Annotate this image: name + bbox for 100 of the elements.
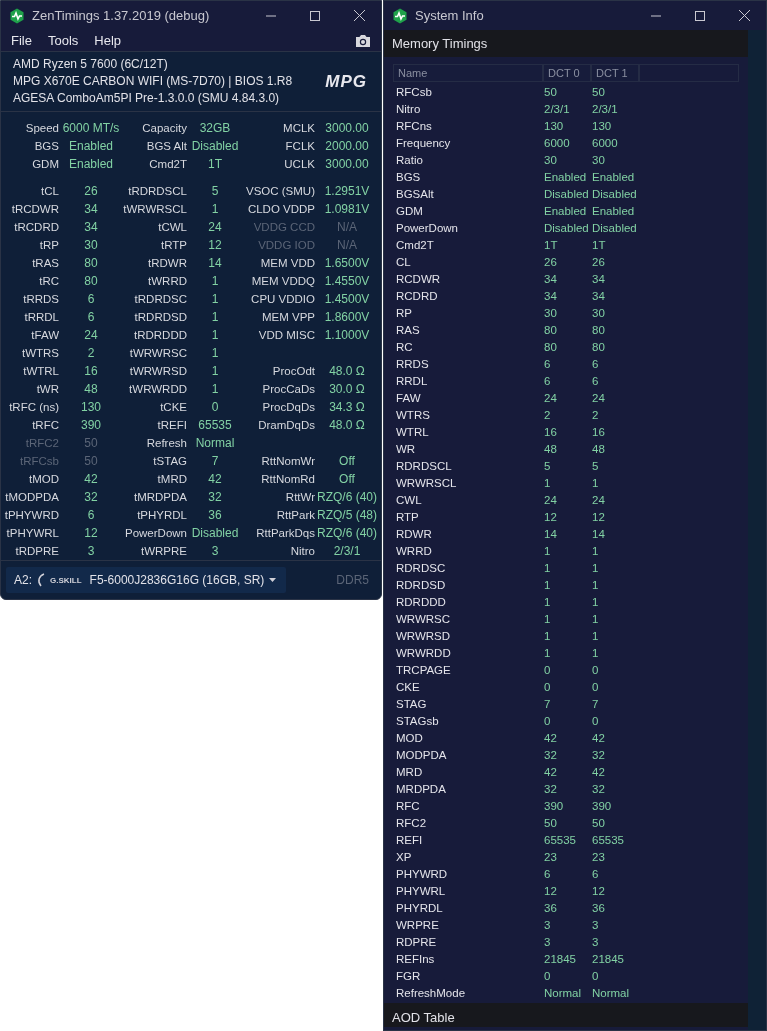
table-cell-text: 32: [591, 748, 606, 761]
timing-label: RttNomRd: [260, 473, 315, 485]
timing-value: 36: [207, 508, 223, 522]
table-cell-text: 23: [543, 850, 558, 863]
table-cell-text: 80: [543, 340, 558, 353]
timing-label: RttWr: [284, 491, 315, 503]
timing-label: tWTRL: [22, 365, 59, 377]
table-cell-text: 390: [543, 799, 565, 812]
timing-value: 6000 MT/s: [61, 121, 121, 135]
table-cell-text: RCDRD: [395, 289, 439, 302]
table-cell-text: RDRDDD: [395, 595, 447, 608]
timing-label: CPU VDDIO: [250, 293, 315, 305]
table-cell-text: WRWRSD: [395, 629, 452, 642]
timing-value: 34.3 Ω: [328, 400, 366, 414]
table-cell-text: BGSAlt: [395, 187, 435, 200]
timing-value: 48: [83, 382, 99, 396]
timing-label: tWTRS: [20, 347, 59, 359]
timing-value: 30.0 Ω: [328, 382, 366, 396]
timing-value: 80: [83, 256, 99, 270]
timing-label: tWRPRE: [140, 545, 187, 557]
timing-value: 1: [210, 292, 220, 306]
table-cell-text: 32: [543, 748, 558, 761]
table-cell-text: 26: [543, 255, 558, 268]
window-title: ZenTimings 1.37.2019 (debug): [32, 8, 211, 23]
timing-label: tRFC2: [24, 437, 59, 449]
table-cell-text: PHYRDL: [395, 901, 444, 914]
menu-item[interactable]: File: [11, 33, 32, 48]
table-cell-text: 42: [543, 765, 558, 778]
table-cell-text: Ratio: [395, 153, 424, 166]
table-cell-text: WRPRE: [395, 918, 440, 931]
timing-label: tRRDS: [22, 293, 59, 305]
table-cell-text: 48: [591, 442, 606, 455]
timing-value: 50: [83, 436, 99, 450]
table-cell-text: WRWRSCL: [395, 476, 458, 489]
table-cell-text: WRRD: [395, 544, 433, 557]
table-cell-text: Nitro: [395, 102, 422, 115]
timing-value: 390: [80, 418, 102, 432]
close-icon: [353, 10, 365, 21]
table-cell-text: 130: [591, 119, 613, 132]
table-cell-text: XP: [395, 850, 413, 863]
table-cell-text: 1: [543, 561, 552, 574]
timing-label: UCLK: [283, 158, 315, 170]
timing-value: 30: [83, 238, 99, 252]
table-cell-text: 12: [543, 884, 558, 897]
section-header[interactable]: Memory Timings: [384, 30, 748, 57]
column-header[interactable]: DCT 1: [591, 64, 639, 82]
timing-label: RttParkDqs: [255, 527, 315, 539]
timing-label: tPHYWRL: [5, 527, 59, 539]
module-dropdown[interactable]: A2: G.SKILL F5-6000J2836G16G (16GB, SR): [6, 567, 286, 593]
timing-label: tRDRDSCL: [127, 185, 187, 197]
timing-value: Disabled: [190, 526, 240, 540]
timing-label: VDD MISC: [257, 329, 315, 341]
section-header[interactable]: AOD Table: [384, 1003, 748, 1027]
table-cell-text: 130: [543, 119, 565, 132]
table-cell-text: 32: [543, 782, 558, 795]
table-cell-text: 42: [591, 765, 606, 778]
table-cell-text: 6000: [591, 136, 619, 149]
scrollbar[interactable]: [748, 30, 766, 1030]
timing-value: 3000.00: [324, 157, 370, 171]
menu-item[interactable]: Help: [94, 33, 122, 48]
timing-label: tREFI: [156, 419, 187, 431]
table-cell-text: 6: [591, 357, 600, 370]
menu-item[interactable]: Tools: [47, 33, 79, 48]
timing-label: tRDRDSD: [133, 311, 187, 323]
table-cell-text: 30: [543, 153, 558, 166]
table-cell-text: RDRDSD: [395, 578, 447, 591]
table-cell-text: Disabled: [543, 187, 590, 200]
table-cell-text: 1: [591, 595, 600, 608]
timing-value: 32GB: [198, 121, 232, 135]
window-title: System Info: [415, 8, 485, 23]
timing-label: tRDRDSC: [133, 293, 187, 305]
table-cell-text: 34: [543, 272, 558, 285]
table-cell-text: 16: [543, 425, 558, 438]
table-cell-text: RRDS: [395, 357, 430, 370]
column-header[interactable]: DCT 0: [543, 64, 591, 82]
timing-label: tMRD: [156, 473, 187, 485]
table-cell-text: WRWRDD: [395, 646, 452, 659]
table-cell-text: MRDPDA: [395, 782, 447, 795]
table-cell-text: RefreshMode: [395, 986, 467, 999]
table-cell-text: 80: [543, 323, 558, 336]
timing-value: 12: [83, 526, 99, 540]
timing-label: Refresh: [145, 437, 187, 449]
column-header[interactable]: Name: [393, 64, 543, 82]
table-cell-text: Normal: [543, 986, 583, 999]
timing-value: 6: [86, 508, 96, 522]
timing-label: MEM VDDQ: [250, 275, 315, 287]
table-cell-text: RFCsb: [395, 85, 433, 98]
table-cell-text: 2/3/1: [543, 102, 571, 115]
timing-value: 2: [86, 346, 96, 360]
timing-label: tRP: [38, 239, 59, 251]
table-cell-text: RP: [395, 306, 413, 319]
table-cell-text: 36: [543, 901, 558, 914]
camera-icon[interactable]: [355, 33, 371, 48]
table-cell-text: RFC: [395, 799, 421, 812]
timing-label: tRRDL: [23, 311, 59, 323]
timing-value: 5: [210, 184, 220, 198]
table-cell-text: 3: [591, 918, 600, 931]
timing-label: tPHYWRD: [3, 509, 59, 521]
timing-value: 24: [83, 328, 99, 342]
table-cell-text: RDWR: [395, 527, 433, 540]
